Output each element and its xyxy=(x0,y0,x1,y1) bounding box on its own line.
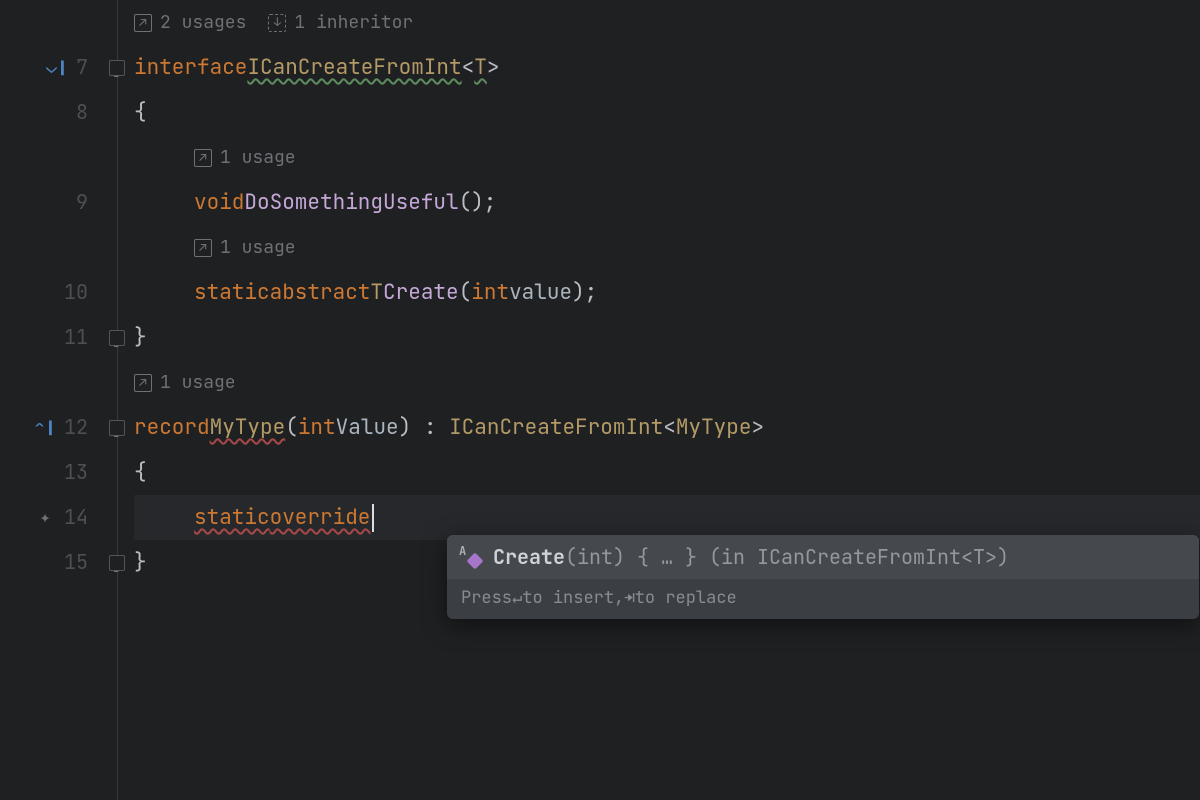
line-number[interactable]: 15 xyxy=(64,540,88,585)
keyword: abstract xyxy=(270,270,371,315)
footer-text: to replace xyxy=(635,587,737,611)
punct: < xyxy=(462,45,475,90)
type-name: MyType xyxy=(210,405,286,450)
punct: ); xyxy=(572,270,597,315)
intention-bulb-icon[interactable]: ✦ xyxy=(40,495,51,540)
usages-icon: ↗ xyxy=(134,14,152,32)
keyword: static xyxy=(194,270,270,315)
brace: } xyxy=(134,540,147,585)
brace: { xyxy=(134,90,147,135)
param-type: int xyxy=(298,405,336,450)
brace: } xyxy=(134,315,147,360)
completion-origin: (in ICanCreateFromInt<T>) xyxy=(709,544,1009,570)
param-name: value xyxy=(509,270,572,315)
line-number[interactable]: 10 xyxy=(64,270,88,315)
type-param: T xyxy=(474,45,487,90)
punct: ( xyxy=(285,405,298,450)
keyword: void xyxy=(194,180,244,225)
inlay-hint[interactable]: ↗ 1 usage xyxy=(134,360,1200,405)
keyword: record xyxy=(134,405,210,450)
implements-gutter-icon[interactable]: ⌄❙ xyxy=(46,45,68,90)
code-line[interactable]: record MyType(int Value) : ICanCreateFro… xyxy=(134,405,1200,450)
punct: > xyxy=(487,45,500,90)
fold-gutter xyxy=(100,0,134,800)
type-ref: ICanCreateFromInt xyxy=(449,405,663,450)
code-line[interactable]: { xyxy=(134,450,1200,495)
footer-text: to insert, xyxy=(522,587,624,611)
code-line[interactable]: } xyxy=(134,315,1200,360)
fold-toggle-icon[interactable] xyxy=(109,60,125,76)
code-line[interactable]: static abstract T Create(int value); xyxy=(134,270,1200,315)
brace: { xyxy=(134,450,147,495)
autocomplete-footer: Press ↵ to insert, ⇥ to replace xyxy=(447,579,1199,619)
line-number[interactable]: 7 xyxy=(76,45,88,90)
usages-count: 1 usage xyxy=(160,360,236,405)
usages-icon: ↗ xyxy=(194,149,212,167)
keyword: override xyxy=(270,495,371,540)
type-arg: MyType xyxy=(676,405,752,450)
punct: > xyxy=(751,405,764,450)
line-number[interactable]: 12 xyxy=(64,405,88,450)
completion-signature: (int) { … } xyxy=(565,544,709,570)
punct: ) xyxy=(399,405,412,450)
autocomplete-item[interactable]: A Create(int) { … } (in ICanCreateFromIn… xyxy=(447,535,1199,579)
enter-key-icon: ↵ xyxy=(512,587,522,611)
punct: < xyxy=(663,405,676,450)
method-name: DoSomethingUseful xyxy=(244,180,458,225)
fold-toggle-icon[interactable] xyxy=(109,555,125,571)
code-line[interactable]: { xyxy=(134,90,1200,135)
line-number-gutter: ⌄❙7 8 9 10 11 ⌃❙12 13 ✦ 14 15 xyxy=(0,0,100,800)
line-number[interactable]: 14 xyxy=(64,495,88,540)
footer-text: Press xyxy=(461,587,512,611)
inlay-hint[interactable]: ↗ 2 usages ↓ 1 inheritor xyxy=(134,0,1200,45)
completion-name: Create xyxy=(493,544,565,570)
usages-icon: ↗ xyxy=(134,374,152,392)
param-type: int xyxy=(471,270,509,315)
overrides-gutter-icon[interactable]: ⌃❙ xyxy=(34,405,56,450)
inheritors-count: 1 inheritor xyxy=(294,0,413,45)
punct: ( xyxy=(459,270,472,315)
keyword: static xyxy=(194,495,270,540)
punct: (); xyxy=(459,180,497,225)
line-number[interactable]: 11 xyxy=(64,315,88,360)
usages-count: 2 usages xyxy=(160,0,246,45)
tab-key-icon: ⇥ xyxy=(624,587,634,611)
fold-toggle-icon[interactable] xyxy=(109,420,125,436)
code-line[interactable]: void DoSomethingUseful(); xyxy=(134,180,1200,225)
code-editor[interactable]: ⌄❙7 8 9 10 11 ⌃❙12 13 ✦ 14 15 ↗ 2 usages … xyxy=(0,0,1200,800)
text-caret xyxy=(372,504,374,532)
method-override-icon: A xyxy=(461,547,481,567)
punct: : xyxy=(411,405,449,450)
inlay-hint[interactable]: ↗ 1 usage xyxy=(134,225,1200,270)
param-name: Value xyxy=(336,405,399,450)
inheritors-icon: ↓ xyxy=(268,14,286,32)
inlay-hint[interactable]: ↗ 1 usage xyxy=(134,135,1200,180)
line-number[interactable]: 13 xyxy=(64,450,88,495)
autocomplete-popup[interactable]: A Create(int) { … } (in ICanCreateFromIn… xyxy=(447,535,1199,619)
keyword: interface xyxy=(134,45,247,90)
line-number[interactable]: 9 xyxy=(76,180,88,225)
type-name: ICanCreateFromInt xyxy=(247,45,461,90)
code-line[interactable]: interface ICanCreateFromInt<T> xyxy=(134,45,1200,90)
usages-count: 1 usage xyxy=(220,225,296,270)
line-number[interactable]: 8 xyxy=(76,90,88,135)
code-area[interactable]: ↗ 2 usages ↓ 1 inheritor interface ICanC… xyxy=(134,0,1200,800)
usages-icon: ↗ xyxy=(194,239,212,257)
method-name: Create xyxy=(383,270,459,315)
fold-toggle-icon[interactable] xyxy=(109,330,125,346)
type-ref: T xyxy=(370,270,383,315)
code-line-active[interactable]: static override xyxy=(134,495,1200,540)
usages-count: 1 usage xyxy=(220,135,296,180)
